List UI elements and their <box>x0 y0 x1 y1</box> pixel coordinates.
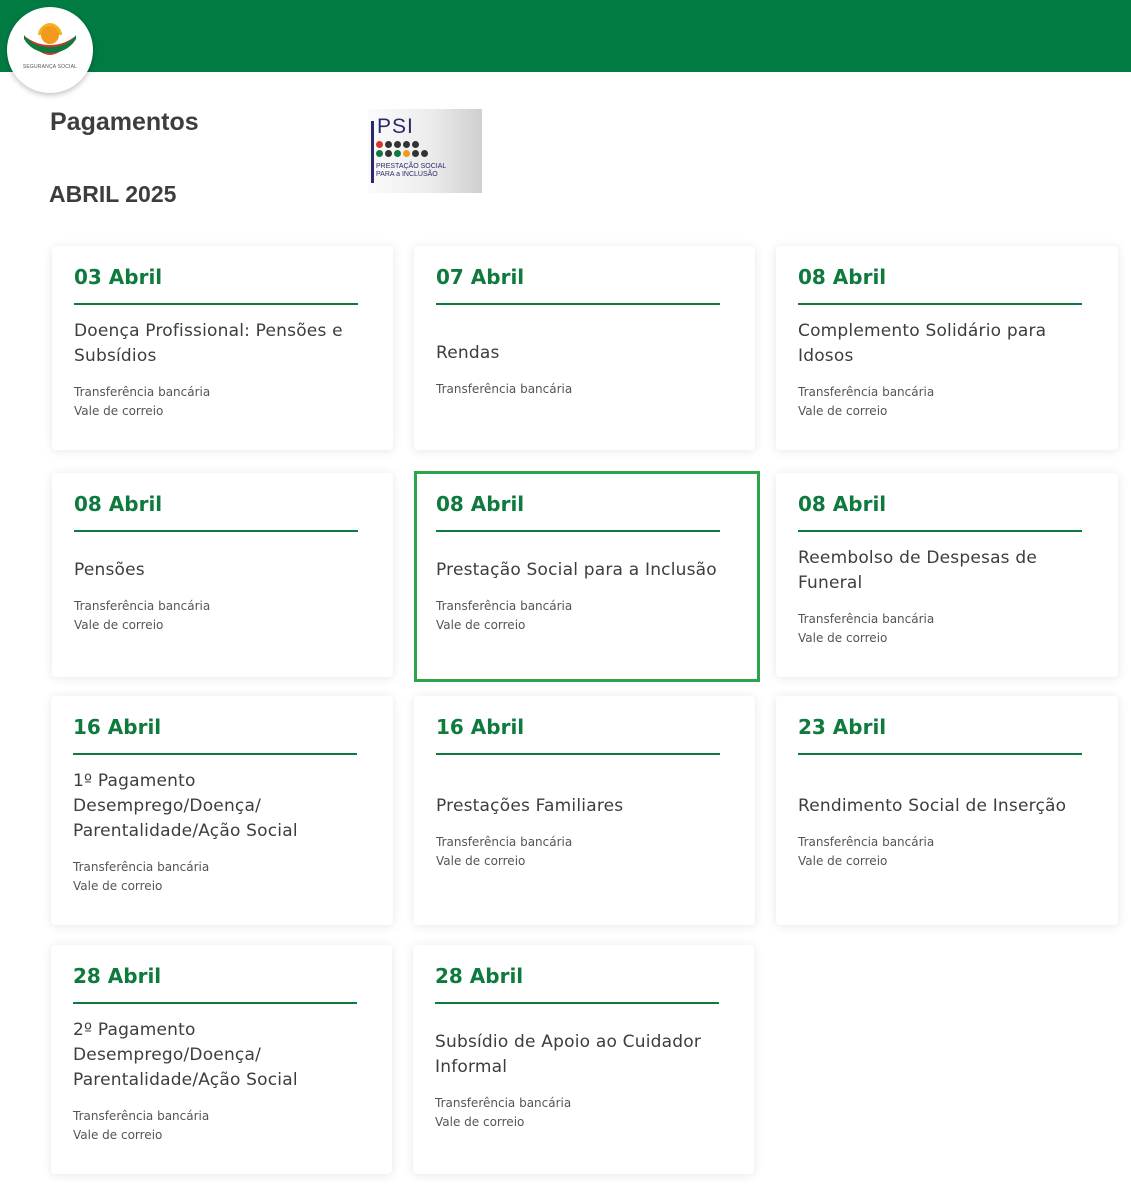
payment-card-selected[interactable]: 08 Abril Prestação Social para a Inclusã… <box>414 471 760 682</box>
payment-name: 2º Pagamento Desemprego/Doença/ Parental… <box>73 1020 298 1090</box>
payment-method: Vale de correio <box>436 618 526 632</box>
divider <box>798 753 1082 755</box>
month-heading: ABRIL 2025 <box>49 181 177 207</box>
payment-method: Transferência bancária <box>73 860 210 874</box>
payment-date: 28 Abril <box>73 964 162 988</box>
payment-card[interactable]: 08 Abril Complemento Solidário para Idos… <box>776 246 1118 450</box>
payment-name: Prestação Social para a Inclusão <box>436 560 717 580</box>
logo-text: SEGURANÇA SOCIAL <box>22 64 78 70</box>
payment-method: Vale de correio <box>798 404 888 418</box>
payment-name: Doença Profissional: Pensões e Subsídios <box>74 321 343 366</box>
payment-name: Rendimento Social de Inserção <box>798 796 1067 816</box>
payment-date: 08 Abril <box>798 265 887 289</box>
payment-card[interactable]: 23 Abril Rendimento Social de Inserção T… <box>776 696 1118 925</box>
psi-badge-caption: PRESTAÇÃO SOCIAL PARA a INCLUSÃO <box>376 163 446 179</box>
payment-method: Transferência bancária <box>74 385 211 399</box>
divider <box>73 753 357 755</box>
divider <box>436 303 720 305</box>
psi-caption-line-2: PARA a INCLUSÃO <box>376 171 438 178</box>
payment-name: Prestações Familiares <box>436 796 624 816</box>
payment-method: Transferência bancária <box>798 835 935 849</box>
payment-card[interactable]: 03 Abril Doença Profissional: Pensões e … <box>52 246 393 450</box>
payment-card[interactable]: 07 Abril Rendas Transferência bancária <box>414 246 755 450</box>
payment-method: Transferência bancária <box>435 1096 572 1110</box>
payment-method: Vale de correio <box>798 631 888 645</box>
payment-date: 28 Abril <box>435 964 524 988</box>
payment-method: Vale de correio <box>435 1115 525 1129</box>
logo-emblem-icon <box>24 23 76 55</box>
divider <box>436 753 720 755</box>
payment-method: Transferência bancária <box>798 385 935 399</box>
divider <box>436 530 720 532</box>
psi-dots-icon <box>376 141 428 159</box>
divider <box>435 1002 719 1004</box>
payment-date: 23 Abril <box>798 715 887 739</box>
payment-method: Transferência bancária <box>436 599 573 613</box>
divider <box>798 303 1082 305</box>
psi-badge-letters: PSI <box>377 115 414 138</box>
divider <box>74 303 358 305</box>
payment-name: 1º Pagamento Desemprego/Doença/ Parental… <box>73 771 298 841</box>
payment-name: Reembolso de Despesas de Funeral <box>798 548 1037 593</box>
seguranca-social-logo[interactable]: SEGURANÇA SOCIAL <box>7 7 93 93</box>
payment-card[interactable]: 16 Abril 1º Pagamento Desemprego/Doença/… <box>51 696 393 925</box>
payment-method: Vale de correio <box>74 404 164 418</box>
payment-method: Vale de correio <box>73 1128 163 1142</box>
payment-date: 16 Abril <box>436 715 525 739</box>
payment-date: 08 Abril <box>798 492 887 516</box>
payment-method: Transferência bancária <box>436 835 573 849</box>
divider <box>798 530 1082 532</box>
divider <box>74 530 358 532</box>
payment-date: 08 Abril <box>436 492 525 516</box>
payment-method: Transferência bancária <box>436 382 573 396</box>
page-title: Pagamentos <box>50 108 199 136</box>
payment-method: Transferência bancária <box>798 612 935 626</box>
psi-badge: PSI PRESTAÇÃO SOCIAL PARA a INCLUSÃO <box>298 107 504 215</box>
payment-name: Subsídio de Apoio ao Cuidador Informal <box>435 1032 702 1077</box>
payment-method: Vale de correio <box>73 879 163 893</box>
payment-method: Vale de correio <box>798 854 888 868</box>
payment-method: Vale de correio <box>74 618 164 632</box>
payment-card[interactable]: 08 Abril Reembolso de Despesas de Funera… <box>776 473 1118 677</box>
payment-method: Vale de correio <box>436 854 526 868</box>
psi-caption-line-1: PRESTAÇÃO SOCIAL <box>376 163 447 170</box>
payment-card[interactable]: 16 Abril Prestações Familiares Transferê… <box>414 696 755 925</box>
payment-card[interactable]: 28 Abril 2º Pagamento Desemprego/Doença/… <box>51 945 392 1174</box>
psi-badge-bar <box>371 121 374 183</box>
top-bar <box>0 0 1131 72</box>
payment-date: 07 Abril <box>436 265 525 289</box>
payment-method: Transferência bancária <box>73 1109 210 1123</box>
payment-name: Complemento Solidário para Idosos <box>798 321 1047 366</box>
payment-date: 08 Abril <box>74 492 163 516</box>
divider <box>73 1002 357 1004</box>
payment-name: Pensões <box>74 560 145 580</box>
payment-date: 16 Abril <box>73 715 162 739</box>
payment-method: Transferência bancária <box>74 599 211 613</box>
payment-date: 03 Abril <box>74 265 163 289</box>
payment-card[interactable]: 28 Abril Subsídio de Apoio ao Cuidador I… <box>413 945 754 1174</box>
payment-card[interactable]: 08 Abril Pensões Transferência bancária … <box>52 473 393 677</box>
payment-name: Rendas <box>436 343 500 363</box>
